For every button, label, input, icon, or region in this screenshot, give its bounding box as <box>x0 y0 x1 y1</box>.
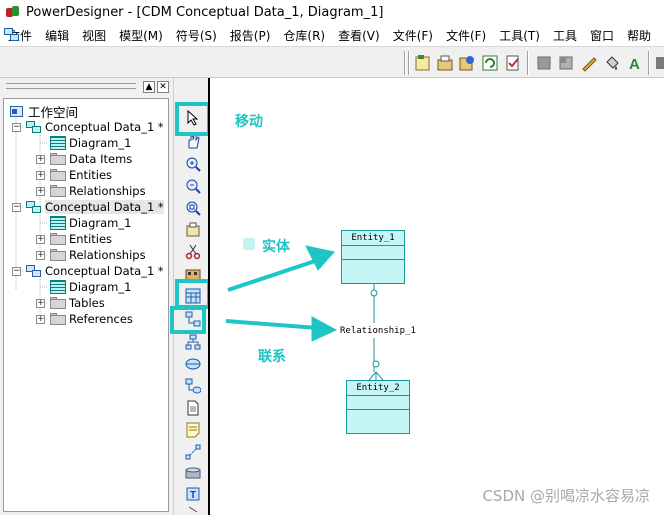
relationship-1-label[interactable]: Relationship_1 <box>340 326 416 336</box>
entity-2-attributes <box>347 396 409 410</box>
relationship-link <box>368 283 384 381</box>
entity-1-attributes <box>342 246 404 260</box>
entity-1-name: Entity_1 <box>342 231 404 246</box>
entity-1[interactable]: Entity_1 <box>341 230 405 284</box>
entity-2-name: Entity_2 <box>347 381 409 396</box>
watermark: CSDN @别喝凉水容易凉 <box>482 487 650 505</box>
entity-2[interactable]: Entity_2 <box>346 380 410 434</box>
